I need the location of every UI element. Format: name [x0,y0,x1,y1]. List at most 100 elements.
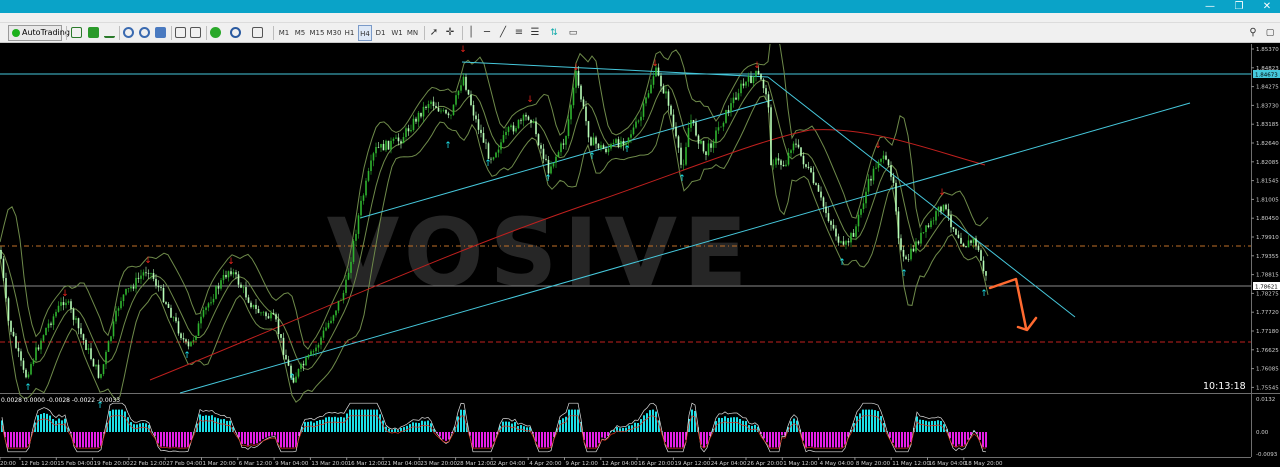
candle-body [90,348,92,360]
minimize-button[interactable]: — [1199,0,1221,13]
price-tick-label: 1.83730 [1256,103,1279,109]
candle-body [77,318,80,329]
candle-body [605,148,607,153]
indicator-header: 0.0028 0.0000 -0.0028 -0.0022 -0.0033 [1,397,120,404]
candle-body [450,114,452,116]
candle-body [42,335,45,341]
candle-body [315,347,317,352]
timeframe-m15[interactable]: M15 [309,25,325,41]
histogram-bar [328,416,330,432]
time-tick-label: 16 May 04:00 [929,461,967,467]
candle-body [815,183,817,185]
histogram-bar [22,432,24,448]
fractal-down-icon: ↓ [459,45,467,55]
arrows-icon[interactable]: ⇅ [548,25,560,41]
candle-body [125,288,127,295]
zoom-in-icon[interactable] [123,27,134,38]
candle-body [47,323,50,328]
histogram-bar [679,432,681,448]
chart-shift-icon[interactable] [175,27,186,38]
fibonacci-icon[interactable]: ☰ [530,25,540,41]
histogram-bar [706,432,708,445]
timeframe-m30[interactable]: M30 [326,25,342,41]
candlestick-chart-icon[interactable] [88,27,99,38]
channel-icon[interactable]: ≡ [514,25,524,41]
autotrading-button[interactable]: AutoTrading [8,25,70,41]
horizontal-line-icon[interactable]: ─ [482,25,492,41]
histogram-bar [868,409,870,432]
zoom-out-icon[interactable] [139,27,150,38]
candle-body [460,85,462,91]
templates-icon[interactable] [252,27,263,38]
restore-button[interactable]: ❐ [1228,0,1250,13]
price-chart[interactable]: VOSIVE ↓↓ ↓↓↓↓ ↓ ↓↓↓↑↑↑↑↑↑↑↑↑↑↑↑↑ 1.853701.… [0,44,1280,467]
candle-body [957,234,960,238]
candle-body [250,302,252,308]
candle-body [245,287,247,298]
histogram-bar [907,432,909,448]
candle-body [12,331,15,337]
time-tick-label: 6 Mar 12:00 [239,461,273,467]
candle-body [560,143,562,153]
candle-body [62,302,65,306]
histogram-bar [274,432,276,436]
candle-body [487,143,490,159]
fractal-up-icon: ↑ [484,159,492,169]
histogram-bar [733,417,735,432]
candle-body [845,241,847,245]
candle-body [242,287,245,288]
candle-body [532,121,535,123]
candle-body [232,272,235,275]
label-icon[interactable]: ▭ [567,25,579,41]
timeframe-d1[interactable]: D1 [374,25,387,41]
timeframe-h4[interactable]: H4 [358,25,372,41]
histogram-bar [682,432,684,448]
candle-body [820,191,822,198]
time-tick-label: 21 Mar 04:00 [384,461,421,467]
bar-chart-icon[interactable] [71,27,82,38]
line-chart-icon[interactable] [104,27,115,38]
indicators-icon[interactable] [210,27,221,38]
price-tick-label: 1.76625 [1256,348,1279,354]
periods-icon[interactable] [230,27,241,38]
crosshair-icon[interactable]: ✛ [445,25,455,41]
histogram-bar [904,432,906,448]
autoscroll-icon[interactable] [190,27,201,38]
timeframe-m1[interactable]: M1 [277,25,291,41]
candle-body [795,143,797,145]
candle-body [502,135,505,143]
candle-body [862,203,865,210]
histogram-bar [568,409,570,432]
histogram-bar [310,421,312,432]
candle-body [200,316,202,324]
candle-body [230,271,232,275]
candle-body [740,83,742,94]
time-tick-label: 19 Apr 12:00 [674,461,710,467]
vertical-line-icon[interactable]: │ [466,25,476,41]
trendline-icon[interactable]: ╱ [498,25,508,41]
candle-body [755,70,757,77]
bid-price-tag: 1.78621 [1255,285,1278,291]
candle-body [960,237,962,244]
candle-body [580,85,582,100]
candle-body [707,143,710,155]
histogram-bar [724,416,726,432]
search-icon[interactable]: ⚲ [1247,25,1259,41]
timeframe-h1[interactable]: H1 [343,25,356,41]
candle-body [192,339,195,342]
histogram-bar [73,432,75,444]
candle-body [565,136,567,145]
histogram-bar [892,432,894,443]
chat-icon[interactable]: ▢ [1264,25,1276,41]
timeframe-mn[interactable]: MN [405,25,420,41]
cursor-icon[interactable]: ➚ [429,25,439,41]
timeframe-m5[interactable]: M5 [293,25,307,41]
candle-body [975,238,977,246]
candle-body [822,197,825,207]
histogram-bar [766,432,768,443]
tile-windows-icon[interactable] [155,27,166,38]
close-button[interactable]: ✕ [1256,0,1278,13]
timeframe-w1[interactable]: W1 [390,25,404,41]
histogram-bar [919,419,921,432]
candle-body [835,228,837,237]
